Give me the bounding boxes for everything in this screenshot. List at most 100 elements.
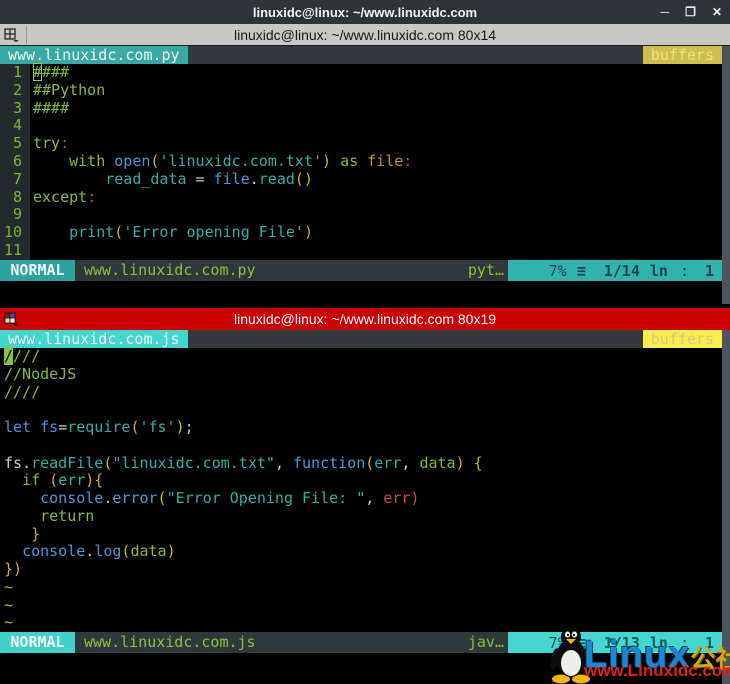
- code-line: 6 with open('linuxidc.com.txt') as file:: [0, 151, 722, 171]
- pane2-separator: :: [679, 633, 689, 652]
- code-text: if (err){: [0, 471, 103, 490]
- token: let: [4, 418, 32, 436]
- code-text: with open('linuxidc.com.txt') as file:: [30, 151, 413, 171]
- pane1-filename: www.linuxidc.com.py: [84, 261, 256, 279]
- code-text: fs.readFile ("linuxidc.com.txt", function…: [0, 453, 483, 473]
- token: open: [114, 151, 151, 170]
- window-title: linuxidc@linux: ~/www.linuxidc.com: [252, 4, 478, 20]
- token: :: [60, 134, 70, 153]
- token: err: [383, 489, 411, 507]
- code-text: try:: [30, 134, 70, 153]
- code-text: print('Error opening File'): [30, 223, 313, 242]
- pane2-code[interactable]: //////NodeJS////let fs=require('fs'); fs.…: [0, 347, 722, 632]
- token: except: [33, 187, 88, 206]
- token: err: [374, 453, 402, 472]
- code-line: 9: [0, 206, 722, 225]
- code-line: ////: [0, 347, 722, 366]
- token: console: [22, 542, 86, 561]
- code-line: 11: [0, 241, 722, 260]
- token: (: [365, 453, 375, 472]
- code-line: return: [0, 507, 722, 526]
- token: ): [303, 223, 313, 242]
- line-number: 8: [0, 188, 30, 207]
- terminal2-title: linuxidc@linux: ~/www.linuxidc.com 80x19: [233, 311, 497, 327]
- layout-grid-icon-focused[interactable]: [4, 310, 26, 328]
- pane1-bufferline-spacer: [188, 46, 643, 64]
- token: ,: [365, 489, 384, 507]
- token: data: [130, 542, 167, 561]
- code-line: 2 ##Python: [0, 81, 722, 100]
- token: fs: [40, 418, 59, 436]
- token: :: [403, 151, 413, 170]
- token: ~: [4, 577, 14, 596]
- pane2-statusbar: NORMAL www.linuxidc.com.js jav… 7% ≡ 1/1…: [0, 632, 722, 653]
- token: ): [166, 542, 176, 561]
- token: /: [4, 347, 14, 365]
- pane1-position-segment: 7% ≡ 1/14 ln : 1: [508, 260, 722, 281]
- pane2-buffer-tab[interactable]: www.linuxidc.com.js: [0, 330, 188, 348]
- window-titlebar[interactable]: linuxidc@linux: ~/www.linuxidc.com ─ ❐ ✕: [0, 0, 730, 24]
- pane2-scrollbar[interactable]: [722, 330, 730, 684]
- line-number: 3: [0, 99, 30, 118]
- token: ): [455, 453, 465, 472]
- token: (: [114, 223, 124, 242]
- token: 'Error opening File': [123, 223, 304, 242]
- token: "Error Opening File: ": [166, 489, 366, 507]
- pane2-position-segment: 7% ≡ 1/13 ln : 1: [508, 632, 722, 653]
- pane1-column: 1: [704, 261, 714, 280]
- code-text: console.error("Error Opening File: ", er…: [0, 489, 419, 508]
- code-line: ~: [0, 577, 722, 597]
- code-text: ~: [0, 596, 13, 615]
- pane2-ln-label: ln: [649, 633, 668, 652]
- code-text: ~: [0, 577, 14, 597]
- token: file: [213, 169, 250, 188]
- pane1-scrollbar[interactable]: [722, 46, 730, 304]
- pane2-buffers-label[interactable]: buffers: [642, 330, 722, 348]
- pane1-buffers-label[interactable]: buffers: [642, 46, 722, 64]
- token: readFile: [31, 453, 104, 472]
- code-line: let fs=require('fs');: [0, 418, 722, 437]
- token: }: [31, 524, 41, 543]
- pane1-scroll-percent: 7%: [548, 261, 567, 280]
- close-icon[interactable]: ✕: [712, 5, 722, 19]
- code-line: [0, 437, 722, 455]
- code-line: 3 ####: [0, 99, 722, 118]
- token: read: [258, 169, 295, 188]
- terminator-window: linuxidc@linux: ~/www.linuxidc.com ─ ❐ ✕…: [0, 0, 730, 684]
- code-text: ####: [30, 63, 69, 82]
- token: file: [367, 151, 404, 170]
- code-line: console.log(data): [0, 542, 722, 561]
- layout-grid-icon[interactable]: [4, 25, 27, 44]
- code-text: //NodeJS: [0, 365, 76, 384]
- token: =: [58, 418, 68, 436]
- code-text: let fs=require('fs');: [0, 418, 194, 437]
- line-number: 5: [0, 134, 30, 153]
- minimize-icon[interactable]: ─: [661, 5, 670, 19]
- token: ): [175, 418, 185, 436]
- token: }): [4, 560, 23, 578]
- token: 'fs': [139, 418, 176, 436]
- code-line: 1 ####: [0, 63, 722, 82]
- terminal1-titlebar[interactable]: linuxidc@linux: ~/www.linuxidc.com 80x14: [0, 24, 730, 46]
- code-line: 10 print('Error opening File'): [0, 223, 722, 242]
- maximize-icon[interactable]: ❐: [685, 5, 696, 19]
- terminal2-titlebar[interactable]: linuxidc@linux: ~/www.linuxidc.com 80x19: [0, 308, 730, 330]
- line-number: 11: [0, 241, 30, 260]
- token: (: [157, 489, 167, 507]
- pane1-buffer-tab[interactable]: www.linuxidc.com.py: [0, 46, 188, 64]
- token: (): [294, 169, 313, 188]
- token: error: [112, 489, 158, 507]
- token: with: [69, 151, 106, 170]
- token: log: [94, 542, 122, 561]
- code-line: 7 read_data = file.read(): [0, 169, 722, 189]
- line-number: 2: [0, 81, 30, 100]
- pane1-code[interactable]: 1 #### 2 ##Python 3 #### 4 5 try: 6 with open('li…: [0, 63, 722, 260]
- token: (: [49, 471, 59, 490]
